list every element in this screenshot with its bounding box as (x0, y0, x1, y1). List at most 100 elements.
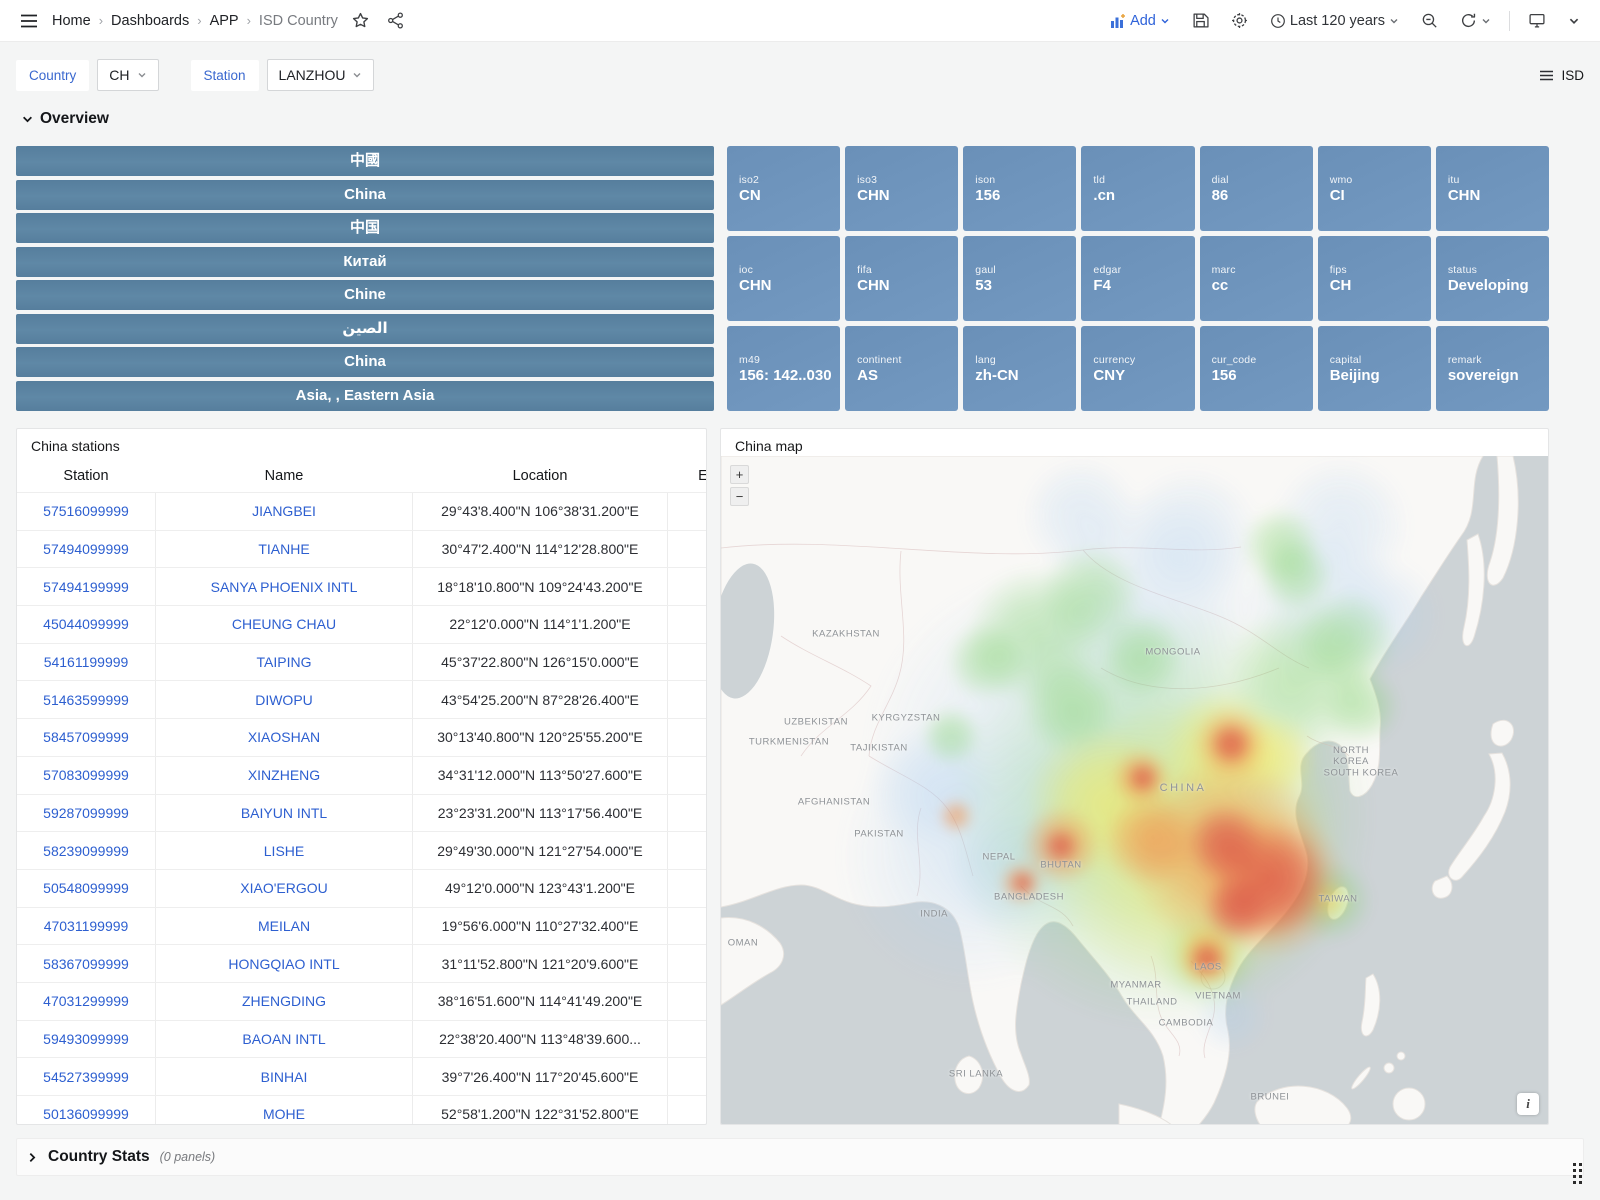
stat-tile: remark sovereign (1436, 326, 1549, 411)
station-id-link[interactable]: 58457099999 (17, 719, 155, 756)
station-elevation: 3 m (668, 1058, 707, 1095)
column-header-elevation[interactable]: Elevation (668, 468, 707, 484)
station-name-link[interactable]: ZHENGDING (155, 983, 413, 1020)
stat-tile: dial 86 (1200, 146, 1313, 231)
station-id-link[interactable]: 47031199999 (17, 908, 155, 945)
stat-tile-value: CHN (739, 277, 840, 294)
share-icon[interactable] (383, 8, 408, 33)
station-id-link[interactable]: 45044099999 (17, 606, 155, 643)
chevron-down-icon (137, 70, 147, 80)
station-name-link[interactable]: DIWOPU (155, 681, 413, 718)
stat-tile-label: m49 (739, 354, 840, 366)
breadcrumb-home[interactable]: Home (52, 13, 91, 29)
station-name-link[interactable]: BINHAI (155, 1058, 413, 1095)
station-name-link[interactable]: BAOAN INTL (155, 1021, 413, 1058)
stat-tile: iso2 CN (727, 146, 840, 231)
map-zoom-out-button[interactable]: − (730, 487, 749, 506)
add-panel-button[interactable]: Add (1106, 9, 1174, 33)
station-location: 52°58'1.200"N 122°31'52.800"E (413, 1096, 668, 1125)
station-id-link[interactable]: 58239099999 (17, 832, 155, 869)
drag-handle-icon[interactable] (1573, 1163, 1582, 1184)
station-id-link[interactable]: 59493099999 (17, 1021, 155, 1058)
station-location: 38°16'51.600"N 114°41'49.200"E (413, 983, 668, 1020)
map-viewport[interactable]: KAZAKHSTAN MONGOLIA UZBEKISTAN KYRGYZSTA… (721, 456, 1548, 1124)
toolbar-collapse-chevron[interactable] (1564, 11, 1584, 31)
station-id-link[interactable]: 47031299999 (17, 983, 155, 1020)
dashboard-settings-button[interactable] (1227, 8, 1252, 33)
favorite-star-icon[interactable] (348, 8, 373, 33)
country-names-panel: 中國 China 中国 Китай Chine الصين China Asia… (16, 146, 714, 411)
station-id-link[interactable]: 50548099999 (17, 870, 155, 907)
station-id-link[interactable]: 57083099999 (17, 757, 155, 794)
station-name-link[interactable]: CHEUNG CHAU (155, 606, 413, 643)
stat-tile-value: 53 (975, 277, 1076, 294)
station-id-link[interactable]: 51463599999 (17, 681, 155, 718)
station-id-link[interactable]: 50136099999 (17, 1096, 155, 1125)
table-row: 59493099999 BAOAN INTL 22°38'20.400"N 11… (17, 1020, 707, 1058)
column-header-name[interactable]: Name (155, 468, 413, 484)
stat-tile-value: CHN (1448, 187, 1549, 204)
station-name-link[interactable]: XIAO'ERGOU (155, 870, 413, 907)
country-variable-dropdown[interactable]: CH (97, 59, 158, 91)
column-header-station[interactable]: Station (17, 468, 155, 484)
station-name-link[interactable]: MOHE (155, 1096, 413, 1125)
refresh-button[interactable] (1456, 8, 1495, 33)
station-id-link[interactable]: 57516099999 (17, 493, 155, 530)
station-variable-dropdown[interactable]: LANZHOU (267, 59, 375, 91)
stat-tile-label: tld (1093, 174, 1194, 186)
country-stats-row[interactable]: Country Stats (0 panels) (16, 1138, 1584, 1176)
breadcrumb-dashboards[interactable]: Dashboards (111, 13, 189, 29)
country-name-bar: Китай (16, 247, 714, 277)
station-name-link[interactable]: LISHE (155, 832, 413, 869)
save-dashboard-button[interactable] (1188, 8, 1213, 33)
station-id-link[interactable]: 57494199999 (17, 568, 155, 605)
station-id-link[interactable]: 54161199999 (17, 644, 155, 681)
station-location: 31°11'52.800"N 121°20'9.600"E (413, 945, 668, 982)
overview-row-header[interactable]: Overview (22, 110, 109, 128)
stat-tile-value: zh-CN (975, 367, 1076, 384)
column-header-location[interactable]: Location (413, 468, 668, 484)
station-name-link[interactable]: XIAOSHAN (155, 719, 413, 756)
table-row: 57083099999 XINZHENG 34°31'12.000"N 113°… (17, 756, 707, 794)
map-zoom-in-button[interactable]: + (730, 465, 749, 484)
kiosk-mode-button[interactable] (1524, 8, 1550, 33)
station-id-link[interactable]: 54527399999 (17, 1058, 155, 1095)
menu-icon[interactable] (16, 10, 42, 32)
station-name-link[interactable]: TAIPING (155, 644, 413, 681)
station-id-link[interactable]: 58367099999 (17, 945, 155, 982)
stat-tile: continent AS (845, 326, 958, 411)
stat-tile-label: cur_code (1212, 354, 1313, 366)
station-elevation: 648 m (668, 681, 707, 718)
grafana-dashboard: Home › Dashboards › APP › ISD Country Ad… (0, 0, 1600, 1200)
stat-tile-label: fips (1330, 264, 1431, 276)
stat-tile-value: .cn (1093, 187, 1194, 204)
table-row: 47031299999 ZHENGDING 38°16'51.600"N 114… (17, 982, 707, 1020)
station-name-link[interactable]: SANYA PHOENIX INTL (155, 568, 413, 605)
isd-link-label: ISD (1561, 68, 1584, 83)
zoom-out-time-button[interactable] (1417, 8, 1442, 33)
station-name-link[interactable]: JIANGBEI (155, 493, 413, 530)
stat-tile-value: CH (1330, 277, 1431, 294)
station-name-link[interactable]: HONGQIAO INTL (155, 945, 413, 982)
stat-tile-label: fifa (857, 264, 958, 276)
station-id-link[interactable]: 57494099999 (17, 531, 155, 568)
station-id-link[interactable]: 59287099999 (17, 795, 155, 832)
breadcrumb-app[interactable]: APP (210, 13, 239, 29)
time-range-label: Last 120 years (1290, 13, 1385, 29)
time-range-picker[interactable]: Last 120 years (1266, 9, 1403, 33)
stat-tile-label: wmo (1330, 174, 1431, 186)
station-location: 49°12'0.000"N 123°43'1.200"E (413, 870, 668, 907)
station-name-link[interactable]: MEILAN (155, 908, 413, 945)
station-location: 22°12'0.000"N 114°1'1.200"E (413, 606, 668, 643)
stat-tile-label: remark (1448, 354, 1549, 366)
map-attribution-info-button[interactable]: i (1517, 1093, 1539, 1115)
isd-dashboard-link[interactable]: ISD (1539, 68, 1584, 83)
station-name-link[interactable]: BAIYUN INTL (155, 795, 413, 832)
country-name-bar: 中国 (16, 213, 714, 243)
station-elevation: 7 m (668, 719, 707, 756)
country-stat-tiles: iso2 CN iso3 CHN ison 156 tld .cn dial 8… (727, 146, 1549, 411)
station-name-link[interactable]: TIANHE (155, 531, 413, 568)
table-row: 50136099999 MOHE 52°58'1.200"N 122°31'52… (17, 1095, 707, 1125)
station-name-link[interactable]: XINZHENG (155, 757, 413, 794)
stat-tile-value: CNY (1093, 367, 1194, 384)
